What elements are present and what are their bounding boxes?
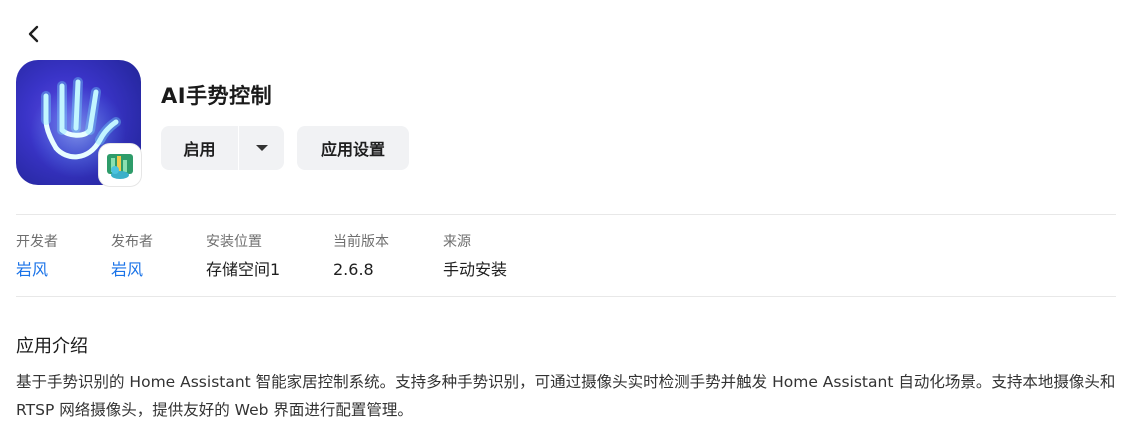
publisher-link[interactable]: 岩风 [111, 259, 206, 281]
meta-label: 来源 [443, 234, 471, 250]
divider-bottom [16, 296, 1116, 297]
meta-publisher: 发布者 岩风 [111, 232, 206, 281]
app-badge [98, 143, 142, 187]
meta-developer: 开发者 岩风 [16, 232, 111, 281]
meta-version: 当前版本 2.6.8 [333, 232, 443, 281]
meta-label: 当前版本 [333, 234, 389, 250]
intro-title: 应用介绍 [16, 336, 88, 357]
back-button[interactable] [20, 20, 48, 48]
app-settings-button[interactable]: 应用设置 [297, 126, 409, 170]
enable-dropdown-button[interactable] [239, 126, 284, 170]
developer-link[interactable]: 岩风 [16, 259, 111, 281]
source-value: 手动安装 [443, 260, 508, 279]
intro-description: 基于手势识别的 Home Assistant 智能家居控制系统。支持多种手势识别… [16, 373, 1116, 419]
app-meta-info: 开发者 岩风 发布者 岩风 安装位置 存储空间1 当前版本 2.6.8 来源 手… [16, 232, 553, 281]
meta-label: 安装位置 [206, 234, 262, 250]
meta-label: 发布者 [111, 234, 153, 250]
meta-source: 来源 手动安装 [443, 232, 553, 281]
divider-top [16, 214, 1116, 215]
caret-down-icon [255, 145, 268, 151]
version-value: 2.6.8 [333, 260, 374, 279]
chevron-left-icon [28, 25, 39, 43]
app-title: AI手势控制 [161, 84, 273, 108]
install-location-value: 存储空间1 [206, 260, 281, 279]
meta-label: 开发者 [16, 234, 58, 250]
enable-button[interactable]: 启用 [161, 126, 238, 170]
meta-install-location: 安装位置 存储空间1 [206, 232, 333, 281]
enable-button-group: 启用 [161, 126, 284, 170]
home-assistant-badge-icon [107, 154, 133, 179]
